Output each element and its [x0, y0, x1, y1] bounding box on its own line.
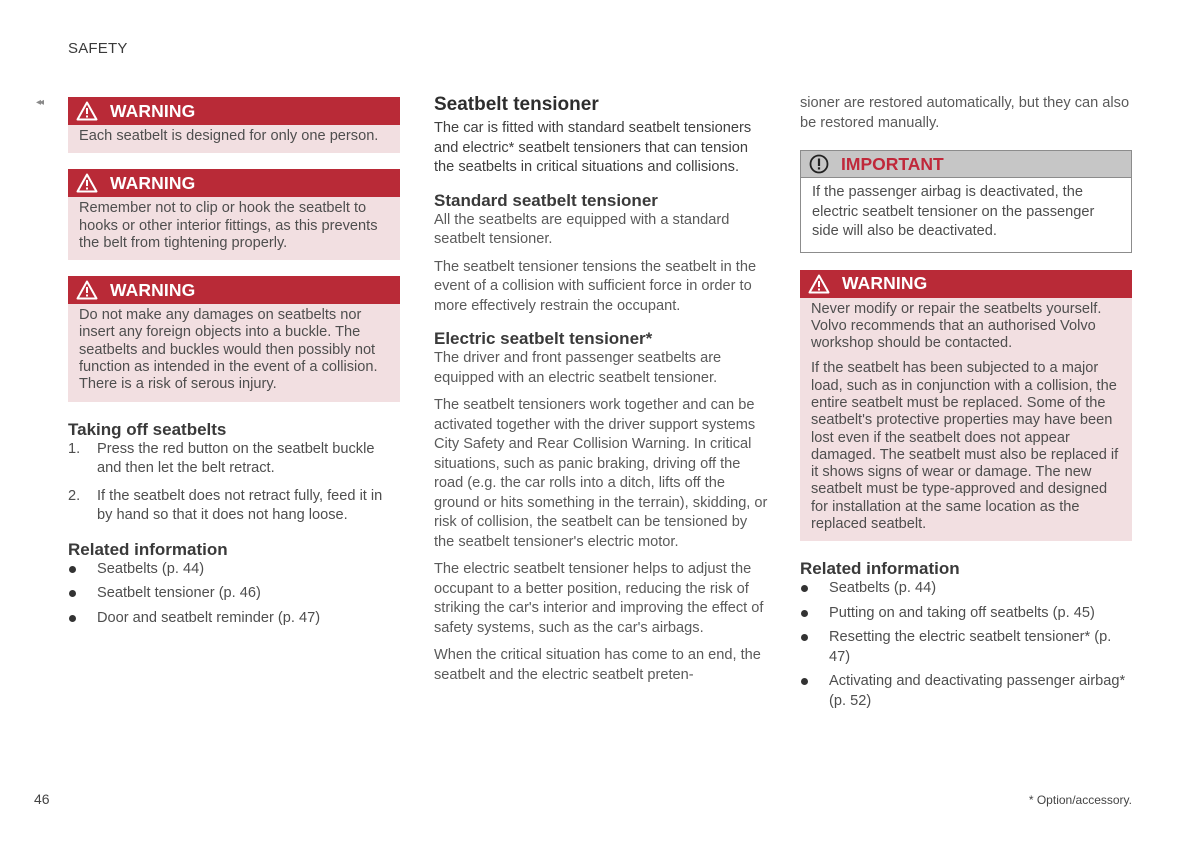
warning-triangle-icon	[76, 280, 98, 300]
footnote: * Option/accessory.	[1028, 793, 1132, 807]
important-box: IMPORTANT If the passenger airbag is dea…	[800, 150, 1132, 253]
related-link-text[interactable]: Activating and deactivating passenger ai…	[829, 673, 1125, 709]
warning-box: WARNING Never modify or repair the seatb…	[800, 269, 1132, 542]
warning-text: Each seatbelt is designed for only one p…	[68, 125, 400, 153]
electric-tensioner-heading: Electric seatbelt tensioner*	[434, 329, 653, 348]
warning-paragraph: Never modify or repair the seatbelts you…	[811, 300, 1102, 352]
related-list: Seatbelts (p. 44) Putting on and taking …	[800, 579, 1132, 711]
related-link-text[interactable]: Seatbelts (p. 44)	[97, 561, 204, 577]
warning-header: WARNING	[68, 169, 400, 198]
bullet-icon	[801, 585, 808, 593]
column-3: sioner are restored automatically, but t…	[800, 94, 1132, 716]
warning-paragraph: Each seatbelt is designed for only one p…	[79, 128, 379, 144]
important-header: IMPORTANT	[801, 151, 1131, 178]
warning-header: WARNING	[800, 269, 1132, 298]
paragraph: All the seatbelts are equipped with a st…	[434, 211, 730, 248]
warning-text: Remember not to clip or hook the seatbel…	[68, 197, 400, 260]
step-item: 1. Press the red button on the seatbelt b…	[68, 440, 400, 479]
warning-paragraph: Remember not to clip or hook the seatbel…	[79, 200, 378, 251]
taking-off-steps: 1. Press the red button on the seatbelt b…	[68, 440, 400, 526]
bullet-icon	[69, 565, 76, 573]
step-text: If the seatbelt does not retract fully, …	[97, 487, 383, 524]
related-link[interactable]: Door and seatbelt reminder (p. 47)	[68, 609, 400, 629]
warning-triangle-icon	[76, 173, 98, 193]
page-number: 46	[34, 791, 50, 807]
warning-label: WARNING	[842, 273, 928, 293]
paragraph: The seatbelt tensioner tensions the seat…	[434, 258, 757, 314]
warning-box: WARNING Do not make any damages on seatb…	[68, 276, 400, 402]
warning-paragraph: If the seatbelt has been subjected to a …	[811, 360, 1119, 533]
step-number: 2.	[68, 487, 81, 504]
warning-text: Do not make any damages on seatbelts nor…	[68, 304, 400, 401]
warning-box: WARNING Remember not to clip or hook the…	[68, 169, 400, 261]
related-link-text[interactable]: Putting on and taking off seatbelts (p. …	[829, 605, 1095, 621]
taking-off-heading: Taking off seatbelts	[68, 419, 227, 439]
section-title: Seatbelt tensioner	[434, 94, 599, 115]
related-link[interactable]: Seatbelts (p. 44)	[800, 579, 1132, 599]
step-item: 2. If the seatbelt does not retract fully…	[68, 487, 400, 526]
related-link-text[interactable]: Seatbelts (p. 44)	[829, 580, 936, 596]
paragraph: The electric seatbelt tensioner helps to…	[434, 561, 764, 636]
warning-label: WARNING	[110, 279, 196, 300]
warning-header: WARNING	[68, 276, 400, 305]
related-link[interactable]: Resetting the electric seatbelt tensione…	[800, 628, 1132, 667]
paragraph: The driver and front passenger seatbelts…	[434, 350, 722, 386]
related-list: Seatbelts (p. 44) Seatbelt tensioner (p.…	[68, 560, 400, 629]
bullet-icon	[801, 634, 808, 642]
paragraph: When the critical situation has come to …	[434, 647, 761, 683]
standard-tensioner-heading: Standard seatbelt tensioner	[434, 190, 658, 210]
warning-label: WARNING	[110, 172, 196, 193]
intro-paragraph: The car is fitted with standard seatbelt…	[434, 120, 752, 175]
related-link[interactable]: Activating and deactivating passenger ai…	[800, 672, 1132, 711]
related-link[interactable]: Seatbelt tensioner (p. 46)	[68, 584, 400, 604]
warning-label: WARNING	[110, 100, 196, 121]
header-title: SAFETY	[68, 40, 128, 57]
warning-box: WARNING Each seatbelt is designed for on…	[68, 97, 400, 154]
important-label: IMPORTANT	[841, 153, 944, 174]
warning-header: WARNING	[68, 97, 400, 125]
related-heading: Related information	[68, 539, 228, 559]
column-2: Seatbelt tensioner The car is fitted wit…	[434, 94, 768, 685]
step-text: Press the red button on the seatbelt buc…	[97, 440, 375, 477]
paragraph: The seatbelt tensioners work together an…	[434, 397, 768, 550]
back-marker-icon: ◂◂	[36, 97, 44, 108]
bullet-icon	[801, 609, 808, 617]
warning-paragraph: Do not make any damages on seatbelts nor…	[79, 307, 378, 393]
warning-triangle-icon	[808, 274, 830, 293]
exclamation-circle-icon	[809, 154, 829, 174]
bullet-icon	[801, 678, 808, 686]
step-number: 1.	[68, 440, 81, 457]
related-link-text[interactable]: Resetting the electric seatbelt tensione…	[829, 629, 1111, 665]
related-link-text[interactable]: Door and seatbelt reminder (p. 47)	[97, 610, 320, 626]
bullet-icon	[69, 590, 76, 598]
related-link[interactable]: Putting on and taking off seatbelts (p. …	[800, 604, 1132, 624]
related-heading: Related information	[800, 559, 960, 579]
warning-triangle-icon	[76, 101, 98, 121]
related-link-text[interactable]: Seatbelt tensioner (p. 46)	[97, 585, 261, 601]
important-text: If the passenger airbag is deactivated, …	[812, 184, 1095, 239]
warning-text: Never modify or repair the seatbelts you…	[800, 298, 1132, 542]
related-link[interactable]: Seatbelts (p. 44)	[68, 560, 400, 580]
continuation-paragraph: sioner are restored automatically, but t…	[800, 95, 1130, 131]
column-1: WARNING Each seatbelt is designed for on…	[68, 97, 400, 633]
bullet-icon	[69, 614, 76, 622]
